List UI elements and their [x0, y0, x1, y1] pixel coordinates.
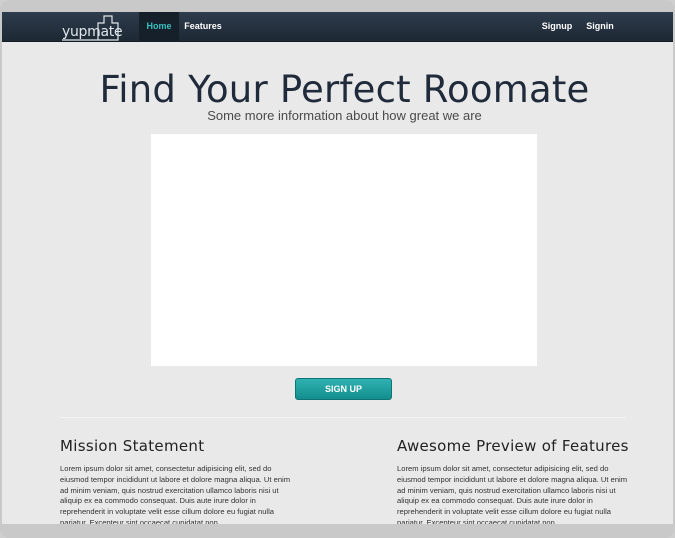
- page: yupmate Home Features Signup Signin Find…: [2, 12, 673, 524]
- hero-subtitle: Some more information about how great we…: [207, 108, 482, 123]
- hero-media-placeholder: [151, 134, 537, 366]
- nav-home[interactable]: Home: [139, 12, 179, 42]
- mission-section: Mission Statement Lorem ipsum dolor sit …: [60, 437, 294, 524]
- top-navbar: yupmate Home Features Signup Signin: [2, 12, 673, 42]
- brand-logo-text: yupmate: [62, 24, 123, 40]
- brand-logo[interactable]: yupmate: [60, 13, 123, 41]
- features-preview-body: Lorem ipsum dolor sit amet, consectetur …: [397, 464, 628, 524]
- nav-signin[interactable]: Signin: [584, 12, 616, 42]
- browser-frame: yupmate Home Features Signup Signin Find…: [0, 0, 675, 538]
- hero-title: Find Your Perfect Roomate: [99, 68, 590, 111]
- features-preview-section: Awesome Preview of Features Lorem ipsum …: [397, 437, 631, 524]
- section-divider: [60, 417, 626, 418]
- features-preview-heading: Awesome Preview of Features: [397, 437, 629, 455]
- nav-features[interactable]: Features: [182, 12, 224, 42]
- nav-signup[interactable]: Signup: [540, 12, 574, 42]
- signup-button[interactable]: SIGN UP: [295, 378, 392, 400]
- mission-heading: Mission Statement: [60, 437, 205, 455]
- mission-body: Lorem ipsum dolor sit amet, consectetur …: [60, 464, 291, 524]
